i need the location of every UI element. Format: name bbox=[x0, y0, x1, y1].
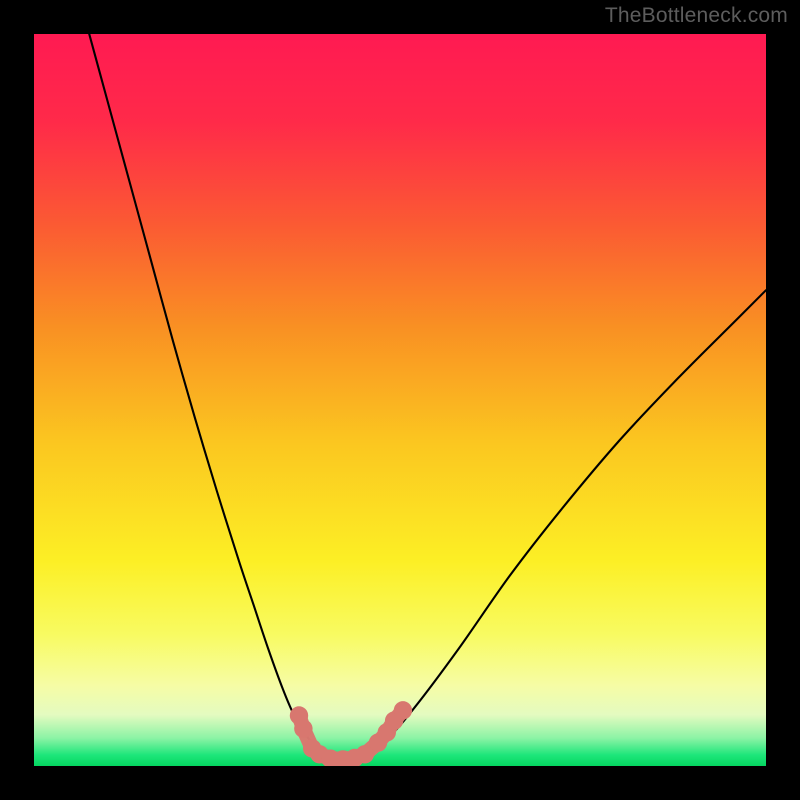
plot-area bbox=[34, 34, 766, 766]
marker-dot bbox=[294, 719, 312, 737]
marker-dot bbox=[394, 701, 412, 719]
outer-frame: TheBottleneck.com bbox=[0, 0, 800, 800]
watermark-label: TheBottleneck.com bbox=[605, 4, 788, 28]
chart-svg bbox=[34, 34, 766, 766]
